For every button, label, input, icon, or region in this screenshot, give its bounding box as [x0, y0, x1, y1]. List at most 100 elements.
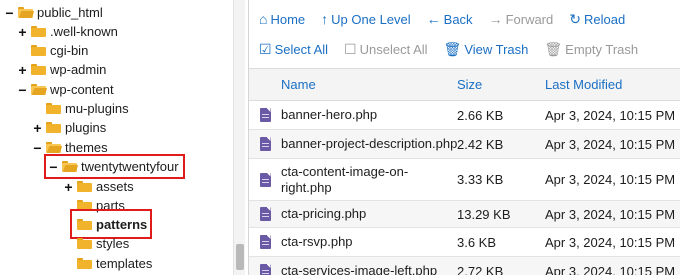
scrollbar-thumb[interactable] — [236, 244, 244, 270]
up-one-level-label: Up One Level — [331, 11, 411, 27]
trash-icon: 🗑 — [544, 41, 563, 57]
trash-icon: 🗑 — [443, 41, 462, 57]
column-header-size[interactable]: Size — [457, 77, 545, 92]
folder-icon — [31, 64, 46, 75]
file-name[interactable]: cta-services-image-left.php — [281, 263, 457, 275]
file-table: Name Size Last Modified banner-hero.php … — [249, 68, 680, 275]
selection-toolbar: ☑ Select All ☐ Unselect All 🗑 View Trash… — [249, 34, 680, 64]
collapse-toggle[interactable]: − — [32, 141, 43, 155]
tree-item-label: themes — [65, 140, 108, 155]
reload-label: Reload — [583, 11, 626, 27]
table-row[interactable]: cta-pricing.php 13.29 KB Apr 3, 2024, 10… — [249, 201, 680, 228]
tree-item-styles[interactable]: styles — [63, 234, 129, 253]
expand-toggle[interactable]: + — [17, 63, 28, 77]
php-file-icon — [259, 235, 271, 249]
php-file-icon — [259, 108, 271, 122]
collapse-toggle[interactable]: − — [4, 6, 15, 20]
php-file-icon — [259, 264, 271, 275]
expand-toggle[interactable]: + — [63, 180, 74, 194]
checkbox-empty-icon: ☐ — [344, 41, 357, 57]
unselect-all-button[interactable]: ☐ Unselect All — [344, 42, 427, 57]
empty-trash-button[interactable]: 🗑 Empty Trash — [544, 42, 638, 57]
tree-item-label: wp-admin — [50, 62, 107, 77]
table-row[interactable]: cta-services-image-left.php 2.72 KB Apr … — [249, 257, 680, 275]
forward-label: Forward — [505, 11, 554, 27]
tree-item-label: styles — [96, 236, 130, 251]
table-row[interactable]: cta-rsvp.php 3.6 KB Apr 3, 2024, 10:15 P… — [249, 228, 680, 257]
tree-item-mu-plugins[interactable]: mu-plugins — [32, 99, 129, 118]
tree-item-label: plugins — [65, 120, 107, 135]
tree-item-plugins[interactable]: + plugins — [32, 118, 106, 137]
file-name[interactable]: banner-project-description.php — [281, 136, 457, 152]
file-size: 13.29 KB — [457, 206, 511, 222]
reload-icon: ↻ — [569, 11, 581, 27]
file-modified: Apr 3, 2024, 10:15 PM — [545, 263, 676, 275]
file-modified: Apr 3, 2024, 10:15 PM — [545, 136, 676, 152]
collapse-toggle[interactable]: − — [48, 160, 59, 174]
tree-item-wp-content[interactable]: − wp-content — [17, 80, 114, 99]
expand-toggle[interactable]: + — [32, 121, 43, 135]
tree-item-patterns[interactable]: patterns — [63, 215, 147, 234]
tree-item-label: wp-content — [50, 82, 114, 97]
table-row[interactable]: banner-hero.php 2.66 KB Apr 3, 2024, 10:… — [249, 101, 680, 130]
file-modified: Apr 3, 2024, 10:15 PM — [545, 107, 676, 123]
column-header-last-modified[interactable]: Last Modified — [545, 77, 680, 92]
file-modified: Apr 3, 2024, 10:15 PM — [545, 234, 676, 250]
tree-item-label: mu-plugins — [65, 101, 129, 116]
file-name[interactable]: banner-hero.php — [281, 107, 457, 123]
folder-open-icon — [46, 142, 63, 153]
view-trash-label: View Trash — [464, 41, 529, 57]
tree-item-label: templates — [96, 256, 153, 271]
forward-button[interactable]: → Forward — [489, 12, 554, 27]
file-size: 2.72 KB — [457, 263, 504, 275]
folder-icon — [77, 181, 92, 192]
collapse-toggle[interactable]: − — [17, 83, 28, 97]
file-size: 2.42 KB — [457, 136, 504, 152]
tree-item-twentytwentyfour[interactable]: − twentytwentyfour — [48, 157, 179, 176]
tree-item-label: patterns — [96, 217, 148, 232]
tree-item-public-html[interactable]: − public_html — [4, 3, 103, 22]
file-pane: ⌂ Home ↑ Up One Level ← Back → Forward ↻… — [248, 0, 680, 275]
folder-open-icon — [18, 7, 35, 18]
tree-item-label: cgi-bin — [50, 43, 89, 58]
file-size: 2.66 KB — [457, 107, 504, 123]
tree-item-label: .well-known — [50, 24, 118, 39]
tree-item-assets[interactable]: + assets — [63, 177, 133, 196]
tree-item-well-known[interactable]: + .well-known — [17, 22, 118, 41]
table-header: Name Size Last Modified — [249, 68, 680, 101]
tree-item-cgi-bin[interactable]: cgi-bin — [17, 41, 88, 60]
arrow-left-icon: ← — [426, 11, 441, 27]
tree-item-templates[interactable]: templates — [63, 254, 152, 273]
file-modified: Apr 3, 2024, 10:15 PM — [545, 172, 676, 187]
up-one-level-button[interactable]: ↑ Up One Level — [321, 12, 411, 27]
reload-button[interactable]: ↻ Reload — [569, 12, 625, 27]
php-file-icon — [259, 207, 271, 221]
select-all-button[interactable]: ☑ Select All — [259, 42, 328, 57]
table-row[interactable]: banner-project-description.php 2.42 KB A… — [249, 130, 680, 159]
home-button[interactable]: ⌂ Home — [259, 12, 305, 27]
tree-scrollbar[interactable] — [233, 0, 245, 275]
level-up-icon: ↑ — [321, 11, 329, 27]
file-name[interactable]: cta-content-image-on-right.php — [281, 164, 431, 196]
folder-icon — [46, 122, 61, 133]
php-file-icon — [259, 172, 271, 187]
tree-item-wp-admin[interactable]: + wp-admin — [17, 60, 106, 79]
folder-icon — [46, 103, 61, 114]
view-trash-button[interactable]: 🗑 View Trash — [444, 42, 529, 57]
select-all-label: Select All — [274, 41, 329, 57]
file-name[interactable]: cta-rsvp.php — [281, 234, 457, 250]
tree-item-label: twentytwentyfour — [81, 159, 179, 174]
file-name[interactable]: cta-pricing.php — [281, 206, 457, 222]
folder-icon — [31, 45, 46, 56]
unselect-all-label: Unselect All — [359, 41, 428, 57]
table-row[interactable]: cta-content-image-on-right.php 3.33 KB A… — [249, 159, 680, 201]
folder-icon — [31, 26, 46, 37]
folder-icon — [77, 219, 92, 230]
column-header-name[interactable]: Name — [281, 77, 457, 93]
php-file-icon — [259, 137, 271, 151]
back-button[interactable]: ← Back — [427, 12, 473, 27]
tree-item-label: public_html — [37, 5, 103, 20]
folder-icon — [77, 238, 92, 249]
file-size: 3.6 KB — [457, 234, 497, 250]
expand-toggle[interactable]: + — [17, 25, 28, 39]
